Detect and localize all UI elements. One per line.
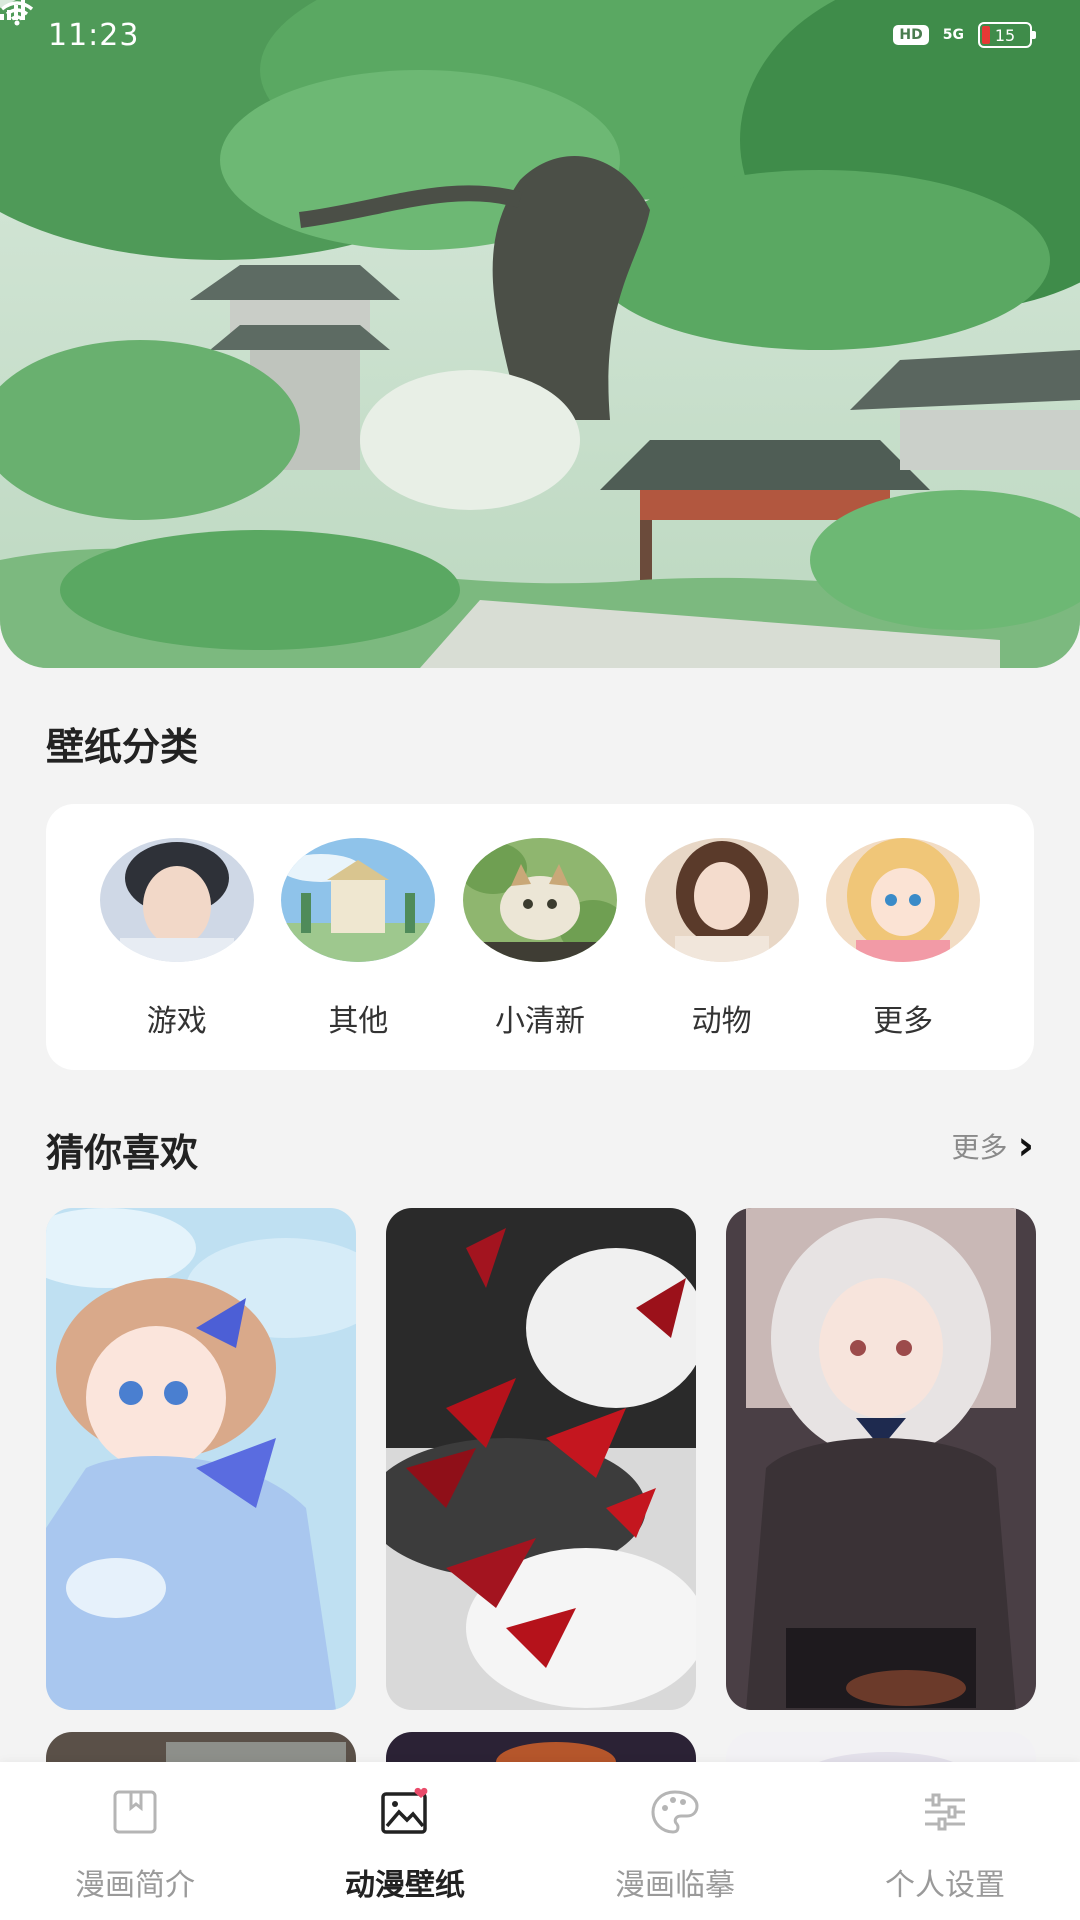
chevron-right-icon: › bbox=[1017, 1123, 1034, 1169]
tab-label: 个人设置 bbox=[885, 1868, 1005, 1903]
category-label: 动物 bbox=[691, 1004, 752, 1039]
category-label: 更多 bbox=[873, 1004, 934, 1039]
status-icons: HD 5G 15 bbox=[0, 0, 1036, 48]
section-title-categories: 壁纸分类 bbox=[46, 725, 199, 769]
wallpaper-card-red-leaves[interactable] bbox=[386, 1208, 696, 1710]
bottom-nav: 漫画简介 动漫壁纸 漫画临摹 个人设置 bbox=[0, 1762, 1080, 1920]
kitten-icon bbox=[462, 838, 617, 962]
category-game[interactable]: 游戏 bbox=[97, 838, 257, 1040]
wifi-icon bbox=[0, 1, 34, 26]
category-label: 小清新 bbox=[494, 1004, 585, 1039]
palette-icon bbox=[651, 1790, 699, 1834]
more-button[interactable]: 更多 › bbox=[952, 1126, 1035, 1166]
tab-personal-settings[interactable]: 个人设置 bbox=[810, 1786, 1080, 1904]
blonde-girl-icon bbox=[826, 838, 981, 962]
category-animal[interactable]: 动物 bbox=[642, 838, 802, 1040]
wallpaper-card-silver-hair-girl[interactable] bbox=[726, 1208, 1036, 1710]
hero-banner[interactable]: 11:23 HD 5G 15 bbox=[0, 0, 1080, 668]
tab-anime-wallpaper[interactable]: 动漫壁纸 bbox=[270, 1786, 540, 1904]
category-fresh[interactable]: 小清新 bbox=[460, 838, 620, 1040]
tab-label: 动漫壁纸 bbox=[345, 1868, 465, 1903]
bookmark-icon bbox=[113, 1790, 157, 1834]
girl-portrait-icon bbox=[644, 838, 799, 962]
sliders-icon bbox=[925, 1793, 965, 1831]
category-more[interactable]: 更多 bbox=[823, 838, 983, 1040]
category-other[interactable]: 其他 bbox=[278, 838, 438, 1040]
boy-portrait-icon bbox=[99, 838, 254, 962]
hd-icon: HD bbox=[893, 25, 929, 45]
signal-icon: 5G bbox=[0, 0, 964, 42]
section-title-recommend: 猜你喜欢 bbox=[46, 1131, 199, 1175]
status-bar: 11:23 HD 5G 15 bbox=[0, 0, 1080, 70]
garden-pavilion-illustration bbox=[0, 0, 1080, 668]
wallpaper-card-butterfly-girl[interactable] bbox=[46, 1208, 356, 1710]
category-card: 游戏 其他 小清新 动物 更多 bbox=[46, 804, 1034, 1070]
image-icon bbox=[381, 1787, 428, 1834]
palace-landscape-icon bbox=[281, 838, 436, 962]
tab-comic-intro[interactable]: 漫画简介 bbox=[0, 1786, 270, 1904]
tab-label: 漫画临摹 bbox=[615, 1868, 735, 1903]
status-time: 11:23 bbox=[48, 17, 140, 53]
tab-label: 漫画简介 bbox=[75, 1868, 195, 1903]
battery-icon: 15 bbox=[978, 22, 1036, 48]
category-label: 游戏 bbox=[146, 1004, 207, 1039]
tab-comic-copy[interactable]: 漫画临摹 bbox=[540, 1786, 810, 1904]
more-label: 更多 bbox=[951, 1131, 1008, 1164]
category-label: 其他 bbox=[328, 1004, 389, 1039]
